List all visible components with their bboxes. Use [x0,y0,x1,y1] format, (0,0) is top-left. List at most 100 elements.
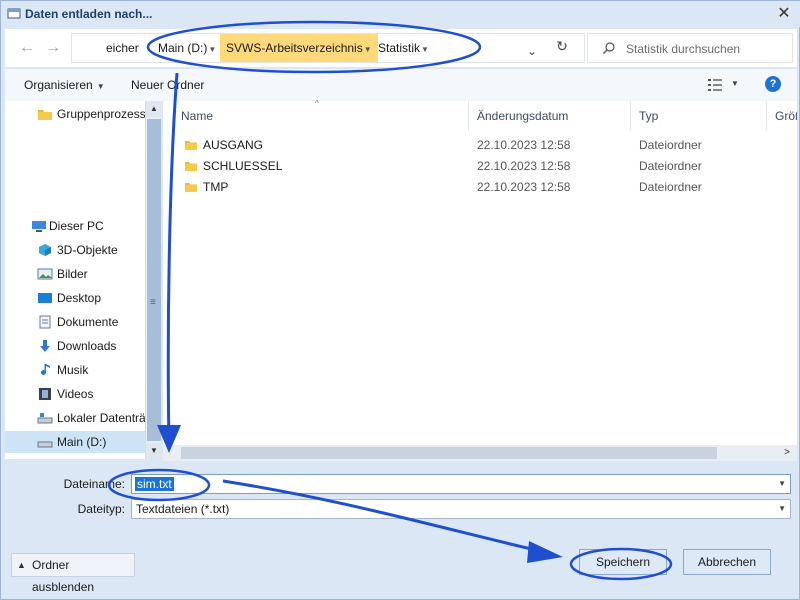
breadcrumb-statistik[interactable]: Statistik▼ [378,34,429,62]
nav-item-label: Downloads [57,339,117,353]
nav-item-musik[interactable]: Musik [5,359,145,381]
save-form: Dateiname: sim.txt ▼ Dateityp: Textdatei… [5,461,797,541]
cancel-button[interactable]: Abbrechen [683,549,771,575]
breadcrumb-svws[interactable]: SVWS-Arbeitsverzeichnis▼ [220,34,378,62]
dialog-title: Daten entladen nach... [25,7,153,21]
nav-item-label: Main (D:) [57,435,107,449]
pictures-icon [37,268,53,280]
hide-folders-label: Ordner ausblenden [32,558,95,594]
table-row[interactable]: SCHLUESSEL 22.10.2023 12:58 Dateiordner [163,156,797,176]
folder-icon [185,162,197,171]
downloads-icon [40,340,50,352]
command-bar: Organisieren ▼ Neuer Ordner ▼ ? [5,69,797,101]
chevron-down-icon: ▼ [421,45,429,54]
column-date[interactable]: Änderungsdatum [469,101,631,131]
close-button[interactable]: ✕ [771,3,797,25]
organize-button[interactable]: Organisieren ▼ [24,78,105,92]
nav-item-label: Gruppenprozess [57,107,145,121]
chevron-down-icon[interactable]: ▼ [778,504,786,513]
nav-item-dokumente[interactable]: Dokumente [5,311,145,333]
filetype-value: Textdateien (*.txt) [136,502,230,516]
breadcrumb-main-d[interactable]: Main (D:)▼ [158,34,216,62]
help-icon[interactable]: ? [765,76,781,92]
nav-item-downloads[interactable]: Downloads [5,335,145,357]
column-name[interactable]: Name [173,101,469,131]
desktop-icon [38,293,52,303]
refresh-icon[interactable]: ↻ [553,37,571,55]
table-row[interactable]: AUSGANG 22.10.2023 12:58 Dateiordner [163,135,797,155]
breadcrumb-label: SVWS-Arbeitsverzeichnis [226,41,363,55]
chevron-down-icon[interactable]: ▼ [731,79,739,88]
folder-icon [185,183,197,192]
search-placeholder: Statistik durchsuchen [626,42,741,56]
3d-objects-icon [39,244,51,256]
close-icon: ✕ [777,5,791,22]
chevron-down-icon: ▼ [208,45,217,54]
back-arrow-icon: ← [19,39,35,56]
nav-item-dieser-pc[interactable]: Dieser PC [5,215,145,237]
hide-folders-button[interactable]: ▲ Ordner ausblenden [11,553,135,594]
nav-item-bilder[interactable]: Bilder [5,263,145,285]
chevron-down-icon: ▼ [96,82,105,91]
file-list: ^ Name Änderungsdatum Typ Größe AUSGANG … [163,99,797,459]
table-row[interactable]: TMP 22.10.2023 12:58 Dateiordner [163,177,797,197]
dialog-icon [7,8,21,19]
drive-icon [37,441,53,448]
title-bar: Daten entladen nach... ✕ [1,1,800,27]
back-button[interactable]: ← [17,37,37,59]
save-dialog: Daten entladen nach... ✕ ← → ↑ eicher Ma… [0,0,800,600]
address-row: ← → ↑ eicher Main (D:)▼ SVWS-Arbeitsverz… [5,29,797,67]
annotation-arrowhead-right [527,541,563,563]
folder-icon [38,110,52,120]
nav-item-main-d[interactable]: Main (D:) [5,431,145,453]
nav-item-label: Bilder [57,267,88,281]
filename-field[interactable]: sim.txt ▼ [131,474,791,494]
breadcrumb-label: Main (D:) [158,41,208,55]
file-date: 22.10.2023 12:58 [477,138,571,152]
file-type: Dateiordner [639,138,702,152]
scroll-thumb[interactable] [181,447,717,459]
file-list-horizontal-scrollbar[interactable]: > [163,445,797,461]
chevron-up-icon: ▲ [17,560,26,570]
forward-button[interactable]: → [43,37,63,59]
nav-item-label: Videos [57,387,94,401]
nav-item-label: Dokumente [57,315,119,329]
nav-vertical-scrollbar[interactable]: ▲ ≡ ▼ [145,101,162,459]
new-folder-button[interactable]: Neuer Ordner [131,78,204,92]
filetype-select[interactable]: Textdateien (*.txt) ▼ [131,499,791,519]
nav-item-label: Musik [57,363,89,377]
scroll-down-icon[interactable]: ▼ [146,443,162,459]
nav-item-videos[interactable]: Videos [5,383,145,405]
nav-item-desktop[interactable]: Desktop [5,287,145,309]
scroll-right-icon[interactable]: > [779,445,795,461]
file-name: SCHLUESSEL [203,159,283,173]
save-button[interactable]: Speichern [579,549,667,575]
view-options-icon[interactable] [707,78,723,92]
filename-label: Dateiname: [63,477,125,491]
nav-item-lokaler-datentraeger[interactable]: Lokaler Datenträger [5,407,145,429]
chevron-down-icon: ▼ [363,45,372,54]
file-date: 22.10.2023 12:58 [477,180,571,194]
scroll-up-icon[interactable]: ▲ [146,101,162,117]
address-history-dropdown[interactable]: ⌄ [524,42,540,60]
organize-label: Organisieren [24,78,93,92]
nav-item-gruppenprozess[interactable]: Gruppenprozess [5,103,145,125]
nav-item-3d-objekte[interactable]: 3D-Objekte [5,239,145,261]
scroll-thumb[interactable] [147,119,161,441]
forward-arrow-icon: → [45,39,61,56]
file-type: Dateiordner [639,180,702,194]
filetype-label: Dateityp: [77,502,125,516]
nav-item-label: Lokaler Datenträger [57,411,145,425]
breadcrumb-partial[interactable]: eicher [106,34,139,62]
chevron-down-icon[interactable]: ▼ [778,479,786,488]
folder-icon [185,141,197,150]
nav-item-label: Desktop [57,291,102,305]
column-type[interactable]: Typ [631,101,767,131]
drive-icon [37,413,53,424]
search-input[interactable]: Statistik durchsuchen [587,33,793,63]
navigation-pane: Gruppenprozess Dieser PC 3D-Objekte Bild… [5,101,145,459]
nav-item-label: Dieser PC [49,219,104,233]
address-bar[interactable]: eicher Main (D:)▼ SVWS-Arbeitsverzeichni… [71,33,585,63]
filename-value: sim.txt [135,477,174,491]
column-size[interactable]: Größe [767,101,797,131]
